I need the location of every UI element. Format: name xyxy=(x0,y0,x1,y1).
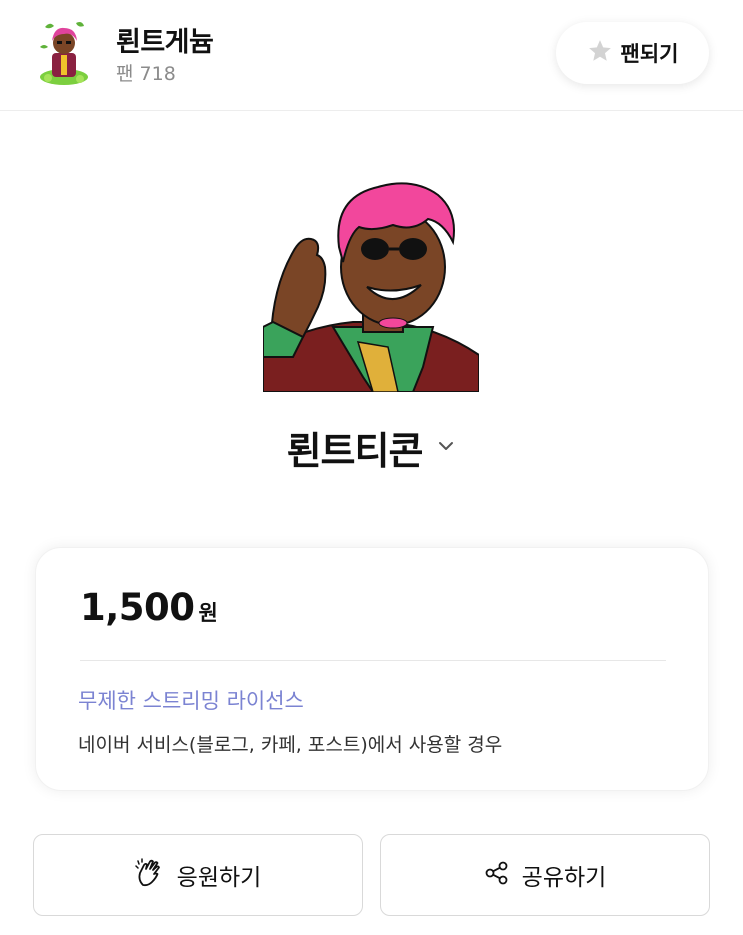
sticker-pack-title: 뢴트티콘 xyxy=(286,429,424,473)
share-button[interactable]: 공유하기 xyxy=(380,834,710,916)
license-description: 네이버 서비스(블로그, 카페, 포스트)에서 사용할 경우 xyxy=(78,734,503,756)
price-card: 1,500 원 무제한 스트리밍 라이선스 네이버 서비스(블로그, 카페, 포… xyxy=(35,547,709,791)
support-label: 응원하기 xyxy=(176,865,262,891)
support-button[interactable]: 응원하기 xyxy=(33,834,363,916)
license-title[interactable]: 무제한 스트리밍 라이선스 xyxy=(78,685,304,715)
become-fan-label: 팬되기 xyxy=(620,42,679,66)
divider xyxy=(80,660,666,661)
star-icon xyxy=(587,38,613,68)
fan-count: 팬 718 xyxy=(116,63,176,85)
sticker-preview-image xyxy=(263,177,479,392)
share-label: 공유하기 xyxy=(521,865,607,891)
chevron-down-icon xyxy=(436,436,456,460)
creator-header: 뢴트게늄 팬 718 팬되기 xyxy=(0,0,743,111)
price-amount: 1,500 xyxy=(80,586,195,629)
creator-avatar[interactable] xyxy=(36,17,92,87)
price-unit: 원 xyxy=(198,601,218,625)
become-fan-button[interactable]: 팬되기 xyxy=(556,22,709,84)
share-icon xyxy=(484,860,510,890)
clapping-hands-icon xyxy=(134,858,165,892)
creator-name[interactable]: 뢴트게늄 xyxy=(116,20,214,59)
price: 1,500 원 xyxy=(80,586,218,629)
sticker-pack-title-toggle[interactable]: 뢴트티콘 xyxy=(0,420,743,475)
